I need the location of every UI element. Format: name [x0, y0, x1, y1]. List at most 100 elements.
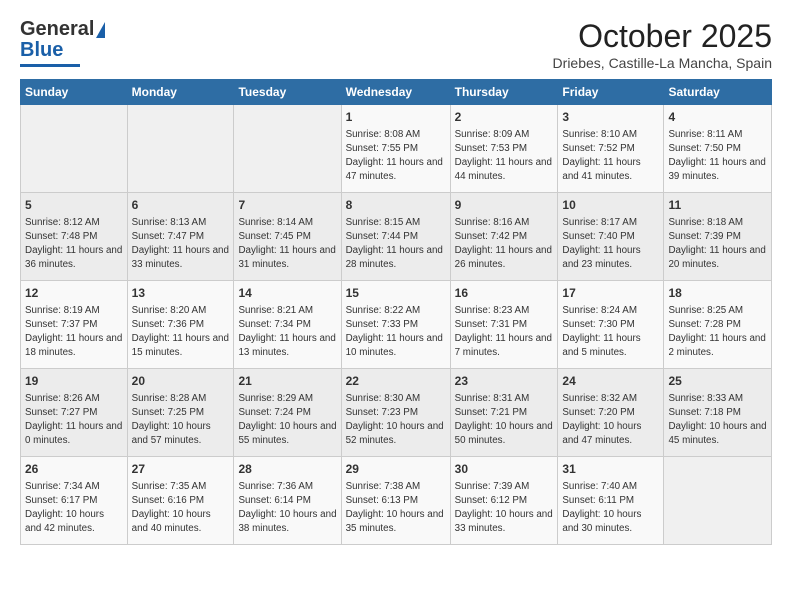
col-wednesday: Wednesday — [341, 80, 450, 105]
subtitle: Driebes, Castille-La Mancha, Spain — [553, 55, 772, 71]
day-info: Sunrise: 8:26 AM Sunset: 7:27 PM Dayligh… — [25, 393, 122, 446]
day-number: 1 — [346, 109, 446, 126]
day-number: 3 — [562, 109, 659, 126]
day-number: 18 — [668, 285, 767, 302]
day-number: 24 — [562, 373, 659, 390]
col-friday: Friday — [558, 80, 664, 105]
calendar-week-row: 19 Sunrise: 8:26 AM Sunset: 7:27 PM Dayli… — [21, 369, 772, 457]
calendar-cell: 23Sunrise: 8:31 AM Sunset: 7:21 PM Dayli… — [450, 369, 558, 457]
day-number: 12 — [25, 285, 123, 302]
calendar-cell: 9 Sunrise: 8:16 AM Sunset: 7:42 PM Daylig… — [450, 193, 558, 281]
col-saturday: Saturday — [664, 80, 772, 105]
calendar-cell: 18 Sunrise: 8:25 AM Sunset: 7:28 PM Dayli… — [664, 281, 772, 369]
day-number: 4 — [668, 109, 767, 126]
day-number: 10 — [562, 197, 659, 214]
day-info: Sunrise: 7:35 AM Sunset: 6:16 PM Dayligh… — [132, 481, 211, 534]
calendar-cell: 30Sunrise: 7:39 AM Sunset: 6:12 PM Dayli… — [450, 457, 558, 545]
day-number: 16 — [455, 285, 554, 302]
day-info: Sunrise: 8:20 AM Sunset: 7:36 PM Dayligh… — [132, 305, 229, 358]
title-block: October 2025 Driebes, Castille-La Mancha… — [553, 18, 772, 71]
day-number: 29 — [346, 461, 446, 478]
day-info: Sunrise: 8:16 AM Sunset: 7:42 PM Dayligh… — [455, 217, 552, 270]
day-info: Sunrise: 8:33 AM Sunset: 7:18 PM Dayligh… — [668, 393, 766, 446]
col-thursday: Thursday — [450, 80, 558, 105]
calendar-cell: 21 Sunrise: 8:29 AM Sunset: 7:24 PM Dayli… — [234, 369, 341, 457]
calendar-cell: 15 Sunrise: 8:22 AM Sunset: 7:33 PM Dayli… — [341, 281, 450, 369]
day-number: 7 — [238, 197, 336, 214]
day-info: Sunrise: 8:32 AM Sunset: 7:20 PM Dayligh… — [562, 393, 641, 446]
day-number: 15 — [346, 285, 446, 302]
day-number: 31 — [562, 461, 659, 478]
calendar-cell: 28 Sunrise: 7:36 AM Sunset: 6:14 PM Dayli… — [234, 457, 341, 545]
day-number: 5 — [25, 197, 123, 214]
day-number: 17 — [562, 285, 659, 302]
calendar-cell: 14Sunrise: 8:21 AM Sunset: 7:34 PM Dayli… — [234, 281, 341, 369]
main-title: October 2025 — [553, 18, 772, 55]
day-info: Sunrise: 8:17 AM Sunset: 7:40 PM Dayligh… — [562, 217, 640, 270]
day-info: Sunrise: 8:30 AM Sunset: 7:23 PM Dayligh… — [346, 393, 444, 446]
day-info: Sunrise: 8:10 AM Sunset: 7:52 PM Dayligh… — [562, 129, 640, 182]
calendar-cell: 12 Sunrise: 8:19 AM Sunset: 7:37 PM Dayli… — [21, 281, 128, 369]
day-number: 20 — [132, 373, 230, 390]
calendar-cell: 24 Sunrise: 8:32 AM Sunset: 7:20 PM Dayli… — [558, 369, 664, 457]
logo: General Blue — [20, 18, 105, 67]
calendar-cell: 11Sunrise: 8:18 AM Sunset: 7:39 PM Dayli… — [664, 193, 772, 281]
calendar-cell: 31 Sunrise: 7:40 AM Sunset: 6:11 PM Dayli… — [558, 457, 664, 545]
day-number: 2 — [455, 109, 554, 126]
calendar-week-row: 1 Sunrise: 8:08 AM Sunset: 7:55 PM Daylig… — [21, 105, 772, 193]
day-info: Sunrise: 8:09 AM Sunset: 7:53 PM Dayligh… — [455, 129, 552, 182]
calendar-cell: 27Sunrise: 7:35 AM Sunset: 6:16 PM Dayli… — [127, 457, 234, 545]
day-info: Sunrise: 8:12 AM Sunset: 7:48 PM Dayligh… — [25, 217, 122, 270]
calendar-cell: 25 Sunrise: 8:33 AM Sunset: 7:18 PM Dayli… — [664, 369, 772, 457]
day-number: 21 — [238, 373, 336, 390]
calendar-cell: 17 Sunrise: 8:24 AM Sunset: 7:30 PM Dayli… — [558, 281, 664, 369]
page: General Blue October 2025 Driebes, Casti… — [0, 0, 792, 612]
calendar-cell: 19 Sunrise: 8:26 AM Sunset: 7:27 PM Dayli… — [21, 369, 128, 457]
calendar-cell — [234, 105, 341, 193]
logo-general-text: General — [20, 18, 94, 41]
calendar-cell: 8Sunrise: 8:15 AM Sunset: 7:44 PM Daylig… — [341, 193, 450, 281]
day-info: Sunrise: 7:36 AM Sunset: 6:14 PM Dayligh… — [238, 481, 336, 534]
day-info: Sunrise: 8:13 AM Sunset: 7:47 PM Dayligh… — [132, 217, 229, 270]
day-number: 28 — [238, 461, 336, 478]
day-info: Sunrise: 8:22 AM Sunset: 7:33 PM Dayligh… — [346, 305, 443, 358]
calendar-cell: 3 Sunrise: 8:10 AM Sunset: 7:52 PM Daylig… — [558, 105, 664, 193]
col-sunday: Sunday — [21, 80, 128, 105]
col-tuesday: Tuesday — [234, 80, 341, 105]
day-number: 14 — [238, 285, 336, 302]
day-info: Sunrise: 8:08 AM Sunset: 7:55 PM Dayligh… — [346, 129, 443, 182]
day-info: Sunrise: 8:15 AM Sunset: 7:44 PM Dayligh… — [346, 217, 443, 270]
calendar-cell: 5 Sunrise: 8:12 AM Sunset: 7:48 PM Daylig… — [21, 193, 128, 281]
calendar-cell: 2 Sunrise: 8:09 AM Sunset: 7:53 PM Daylig… — [450, 105, 558, 193]
day-info: Sunrise: 7:40 AM Sunset: 6:11 PM Dayligh… — [562, 481, 641, 534]
day-number: 19 — [25, 373, 123, 390]
col-monday: Monday — [127, 80, 234, 105]
day-info: Sunrise: 7:38 AM Sunset: 6:13 PM Dayligh… — [346, 481, 444, 534]
day-info: Sunrise: 8:19 AM Sunset: 7:37 PM Dayligh… — [25, 305, 122, 358]
day-info: Sunrise: 8:28 AM Sunset: 7:25 PM Dayligh… — [132, 393, 211, 446]
calendar-header-row: Sunday Monday Tuesday Wednesday Thursday… — [21, 80, 772, 105]
calendar-cell — [21, 105, 128, 193]
logo-underline — [20, 64, 80, 67]
calendar-cell: 1 Sunrise: 8:08 AM Sunset: 7:55 PM Daylig… — [341, 105, 450, 193]
day-info: Sunrise: 8:11 AM Sunset: 7:50 PM Dayligh… — [668, 129, 765, 182]
day-info: Sunrise: 8:29 AM Sunset: 7:24 PM Dayligh… — [238, 393, 336, 446]
day-number: 25 — [668, 373, 767, 390]
calendar-cell: 7 Sunrise: 8:14 AM Sunset: 7:45 PM Daylig… — [234, 193, 341, 281]
calendar-week-row: 12 Sunrise: 8:19 AM Sunset: 7:37 PM Dayli… — [21, 281, 772, 369]
day-info: Sunrise: 8:25 AM Sunset: 7:28 PM Dayligh… — [668, 305, 765, 358]
calendar-cell: 6Sunrise: 8:13 AM Sunset: 7:47 PM Daylig… — [127, 193, 234, 281]
calendar-week-row: 26 Sunrise: 7:34 AM Sunset: 6:17 PM Dayli… — [21, 457, 772, 545]
day-info: Sunrise: 8:24 AM Sunset: 7:30 PM Dayligh… — [562, 305, 640, 358]
day-info: Sunrise: 8:14 AM Sunset: 7:45 PM Dayligh… — [238, 217, 335, 270]
calendar-table: Sunday Monday Tuesday Wednesday Thursday… — [20, 79, 772, 545]
day-info: Sunrise: 7:34 AM Sunset: 6:17 PM Dayligh… — [25, 481, 104, 534]
day-number: 26 — [25, 461, 123, 478]
calendar-cell — [127, 105, 234, 193]
calendar-cell: 4 Sunrise: 8:11 AM Sunset: 7:50 PM Daylig… — [664, 105, 772, 193]
day-number: 9 — [455, 197, 554, 214]
day-number: 11 — [668, 197, 767, 214]
calendar-week-row: 5 Sunrise: 8:12 AM Sunset: 7:48 PM Daylig… — [21, 193, 772, 281]
day-info: Sunrise: 8:23 AM Sunset: 7:31 PM Dayligh… — [455, 305, 552, 358]
day-info: Sunrise: 7:39 AM Sunset: 6:12 PM Dayligh… — [455, 481, 553, 534]
